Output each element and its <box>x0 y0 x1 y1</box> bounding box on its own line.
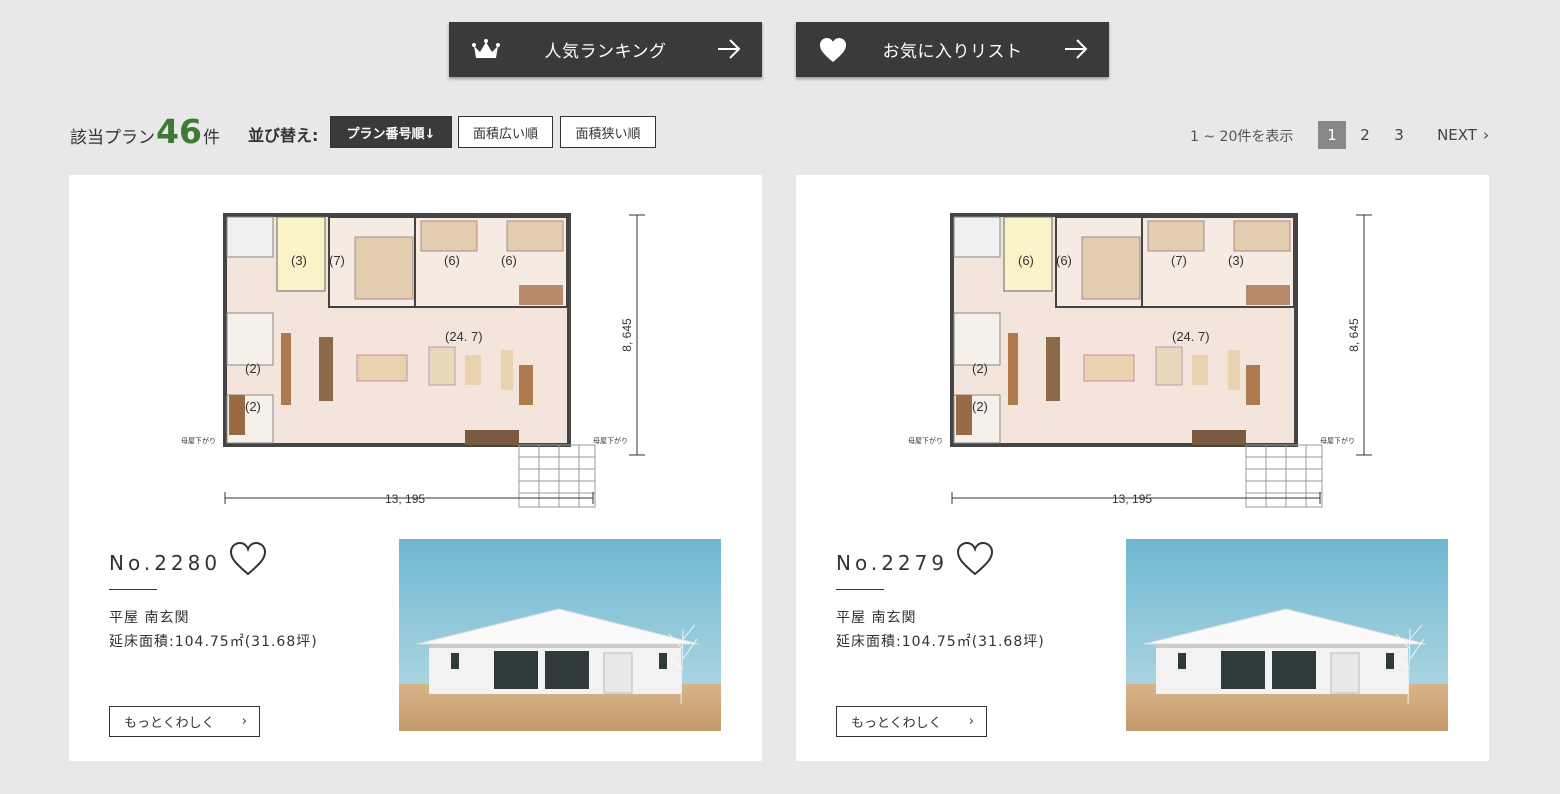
divider <box>109 589 157 590</box>
sort-label: 並び替え: <box>248 126 319 145</box>
room-label: (7) <box>1171 253 1187 268</box>
chevron-right-icon: › <box>968 714 974 729</box>
floor-plan-drawing <box>950 213 1372 508</box>
room-label: (6) <box>1056 253 1072 268</box>
eave-label: 母屋下がり <box>593 436 628 445</box>
floor-plan-drawing <box>223 213 645 508</box>
height-dimension: 8, 645 <box>1347 318 1361 352</box>
eave-label: 母屋下がり <box>908 436 943 445</box>
ranking-button[interactable]: 人気ランキング <box>449 22 762 77</box>
page-2-link[interactable]: 2 <box>1355 121 1375 149</box>
room-label: (6) <box>1018 253 1034 268</box>
house-exterior-image[interactable] <box>399 539 721 731</box>
chevron-right-icon: › <box>241 714 247 729</box>
more-details-button[interactable]: もっとくわしく › <box>836 706 987 737</box>
more-details-button[interactable]: もっとくわしく › <box>109 706 260 737</box>
chevron-right-icon: › <box>1482 126 1489 144</box>
width-dimension: 13, 195 <box>385 492 425 506</box>
arrow-right-icon <box>1065 39 1088 59</box>
plan-card[interactable]: (6) (6) (7) (3) (24. 7) (2) (2) 13, 195 … <box>796 175 1489 761</box>
sort-by-plan-number-button[interactable]: プラン番号順↓ <box>330 116 452 148</box>
result-count-prefix: 該当プラン <box>70 128 155 148</box>
house-exterior-image[interactable] <box>1126 539 1448 731</box>
room-label: (6) <box>444 253 460 268</box>
next-page-link[interactable]: NEXT › <box>1432 121 1494 149</box>
room-label: (24. 7) <box>445 329 483 344</box>
page-1-link[interactable]: 1 <box>1318 121 1346 149</box>
room-label: (7) <box>329 253 345 268</box>
favorites-button[interactable]: お気に入りリスト <box>796 22 1109 77</box>
result-count-suffix: 件 <box>202 128 220 148</box>
favorite-heart-icon[interactable] <box>956 541 994 577</box>
result-range: 1 ~ 20件を表示 <box>1190 129 1294 145</box>
room-label: (2) <box>972 361 988 376</box>
divider <box>836 589 884 590</box>
eave-label: 母屋下がり <box>1320 436 1355 445</box>
floor-plan[interactable]: (3) (7) (6) (6) (24. 7) (2) (2) 13, 195 … <box>169 205 669 515</box>
plan-number: No.2279 <box>836 551 949 575</box>
page-3-link[interactable]: 3 <box>1389 121 1409 149</box>
house-illustration <box>1126 539 1448 731</box>
house-illustration <box>399 539 721 731</box>
floor-area: 延床面積:104.75㎡(31.68坪) <box>836 634 1045 650</box>
next-label: NEXT <box>1437 126 1477 144</box>
plan-number: No.2280 <box>109 551 222 575</box>
width-dimension: 13, 195 <box>1112 492 1152 506</box>
plan-card[interactable]: (3) (7) (6) (6) (24. 7) (2) (2) 13, 195 … <box>69 175 762 761</box>
room-label: (2) <box>972 399 988 414</box>
more-details-label: もっとくわしく <box>124 716 215 731</box>
height-dimension: 8, 645 <box>620 318 634 352</box>
room-label: (3) <box>1228 253 1244 268</box>
room-label: (24. 7) <box>1172 329 1210 344</box>
sort-by-area-asc-button[interactable]: 面積狭い順 <box>560 116 656 148</box>
arrow-right-icon <box>718 39 741 59</box>
floor-plan[interactable]: (6) (6) (7) (3) (24. 7) (2) (2) 13, 195 … <box>896 205 1396 515</box>
result-count: 該当プラン 46 件 <box>70 112 220 151</box>
room-label: (6) <box>501 253 517 268</box>
room-label: (2) <box>245 399 261 414</box>
sort-by-area-desc-button[interactable]: 面積広い順 <box>458 116 553 148</box>
more-details-label: もっとくわしく <box>851 716 942 731</box>
floor-area: 延床面積:104.75㎡(31.68坪) <box>109 634 318 650</box>
plan-type: 平屋 南玄関 <box>109 610 190 626</box>
eave-label: 母屋下がり <box>181 436 216 445</box>
room-label: (3) <box>291 253 307 268</box>
result-count-number: 46 <box>156 112 202 151</box>
room-label: (2) <box>245 361 261 376</box>
plan-type: 平屋 南玄関 <box>836 610 917 626</box>
favorite-heart-icon[interactable] <box>229 541 267 577</box>
